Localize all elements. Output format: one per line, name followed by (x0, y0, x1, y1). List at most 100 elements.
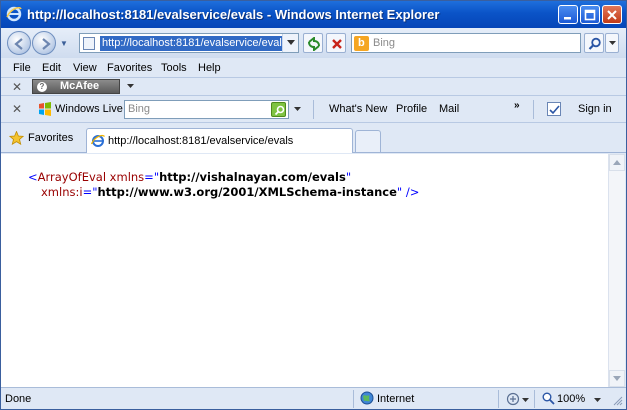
refresh-button[interactable] (303, 33, 323, 53)
magnifier-icon (274, 105, 285, 116)
refresh-icon (308, 37, 320, 51)
toolbar-divider (313, 100, 314, 119)
search-options-button[interactable] (605, 33, 619, 53)
windows-live-search-input[interactable]: Bing (124, 100, 289, 119)
back-arrow-icon (14, 38, 23, 50)
chevron-down-icon (613, 376, 621, 381)
close-window-button[interactable] (602, 5, 622, 24)
sign-in-link[interactable]: Sign in (578, 103, 612, 115)
minimize-icon (564, 17, 571, 20)
menu-help[interactable]: Help (198, 62, 221, 74)
browser-window: http://localhost:8181/evalservice/evals … (0, 0, 627, 410)
status-text: Done (5, 393, 32, 405)
zoom-magnifier-icon[interactable] (542, 392, 555, 405)
menu-bar: File Edit View Favorites Tools Help (1, 59, 626, 78)
tab-label: http://localhost:8181/evalservice/evals (108, 135, 294, 147)
bing-icon: b (354, 36, 369, 51)
favorites-bar: Favorites http://localhost:8181/evalserv… (1, 123, 626, 153)
close-toolbar-icon[interactable]: ✕ (12, 80, 22, 94)
tab-current-page[interactable]: http://localhost:8181/evalservice/evals (86, 128, 353, 153)
mcafee-button[interactable]: ? McAfee (32, 79, 120, 94)
scroll-up-button[interactable] (609, 154, 625, 171)
page-content: <ArrayOfEval xmlns="http://vishalnayan.c… (1, 154, 608, 387)
ie-page-icon (91, 134, 105, 147)
back-button[interactable] (7, 31, 31, 55)
close-toolbar-icon[interactable]: ✕ (12, 102, 22, 116)
windows-live-label[interactable]: Windows Live (55, 103, 123, 115)
internet-globe-icon (360, 391, 374, 405)
search-button[interactable] (584, 33, 604, 53)
menu-file[interactable]: File (13, 62, 31, 74)
windows-live-search-button[interactable] (271, 102, 286, 117)
chevron-up-icon (613, 160, 621, 165)
stop-button[interactable] (326, 33, 346, 53)
mcafee-label: McAfee (60, 80, 100, 92)
windows-live-toolbar: ✕ Windows Live Bing What's New Profile M… (1, 96, 626, 123)
window-title: http://localhost:8181/evalservice/evals … (27, 7, 440, 22)
chevron-down-icon (287, 40, 295, 45)
xml-attr-name: xmlns (106, 170, 145, 184)
xml-line-root: <ArrayOfEval xmlns= "http://vishalnayan.c… (28, 170, 351, 184)
mcafee-toolbar: ✕ ? McAfee (1, 78, 626, 96)
xml-self-close: /> (402, 185, 420, 199)
forward-arrow-icon (42, 38, 51, 50)
stop-icon (332, 39, 342, 49)
xml-quote: " (345, 170, 352, 184)
favorites-star-icon (9, 131, 24, 145)
maximize-icon (584, 9, 596, 21)
status-bar: Done Internet 100% (1, 387, 626, 409)
chevron-down-icon[interactable] (594, 398, 602, 404)
title-bar: http://localhost:8181/evalservice/evals … (1, 1, 626, 28)
xml-attr-name: xmlns:i (41, 185, 83, 199)
xml-open-bracket: < (28, 170, 38, 184)
menu-view[interactable]: View (73, 62, 97, 74)
chevron-down-icon[interactable] (294, 107, 302, 113)
address-bar[interactable]: http://localhost:8181/evalservice/evals (79, 33, 299, 53)
mail-link[interactable]: Mail (439, 103, 459, 115)
xml-line-namespace: xmlns:i="http://www.w3.org/2001/XMLSchem… (41, 185, 419, 199)
mcafee-badge: ? (37, 82, 47, 92)
address-toolbar: ▼ http://localhost:8181/evalservice/eval… (1, 28, 626, 58)
magnifier-icon (588, 37, 601, 50)
vertical-scrollbar[interactable] (608, 154, 625, 387)
status-divider (353, 390, 354, 408)
status-divider (534, 390, 535, 408)
scroll-down-button[interactable] (609, 370, 625, 387)
page-icon (83, 37, 95, 50)
resize-grip-icon[interactable] (613, 396, 623, 406)
history-dropdown-icon[interactable]: ▼ (60, 39, 68, 48)
favorites-button[interactable]: Favorites (28, 132, 73, 144)
xml-tag-name: ArrayOfEval (37, 170, 107, 184)
whats-new-link[interactable]: What's New (329, 103, 387, 115)
more-chevron-icon[interactable]: » (514, 100, 520, 111)
security-zone-label[interactable]: Internet (377, 393, 414, 405)
chevron-down-icon[interactable] (127, 84, 135, 90)
minimize-button[interactable] (558, 5, 578, 24)
xml-equals: = (82, 185, 93, 199)
windows-live-logo-icon (39, 102, 51, 116)
ie-logo-icon (6, 6, 22, 22)
xml-attr-value: http://vishalnayan.com/evals (159, 170, 346, 184)
xml-attr-value: http://www.w3.org/2001/XMLSchema-instanc… (97, 185, 397, 199)
checklist-icon[interactable] (547, 102, 561, 116)
xml-equals: = (144, 170, 154, 184)
address-url[interactable]: http://localhost:8181/evalservice/evals (100, 36, 290, 51)
profile-link[interactable]: Profile (396, 103, 427, 115)
zoom-level[interactable]: 100% (557, 393, 585, 405)
protected-mode-icon[interactable] (506, 392, 520, 406)
search-box[interactable]: b Bing (351, 33, 581, 53)
status-divider (498, 390, 499, 408)
chevron-down-icon (609, 41, 616, 45)
toolbar-divider (533, 100, 534, 119)
close-icon (607, 10, 617, 20)
forward-button[interactable] (32, 31, 56, 55)
maximize-button[interactable] (580, 5, 600, 24)
new-tab-button[interactable] (355, 130, 381, 152)
menu-tools[interactable]: Tools (161, 62, 187, 74)
menu-edit[interactable]: Edit (42, 62, 61, 74)
chevron-down-icon[interactable] (522, 398, 530, 404)
menu-favorites[interactable]: Favorites (107, 62, 152, 74)
windows-live-search-placeholder: Bing (128, 103, 151, 115)
address-dropdown-button[interactable] (282, 34, 298, 52)
search-placeholder: Bing (373, 37, 396, 49)
